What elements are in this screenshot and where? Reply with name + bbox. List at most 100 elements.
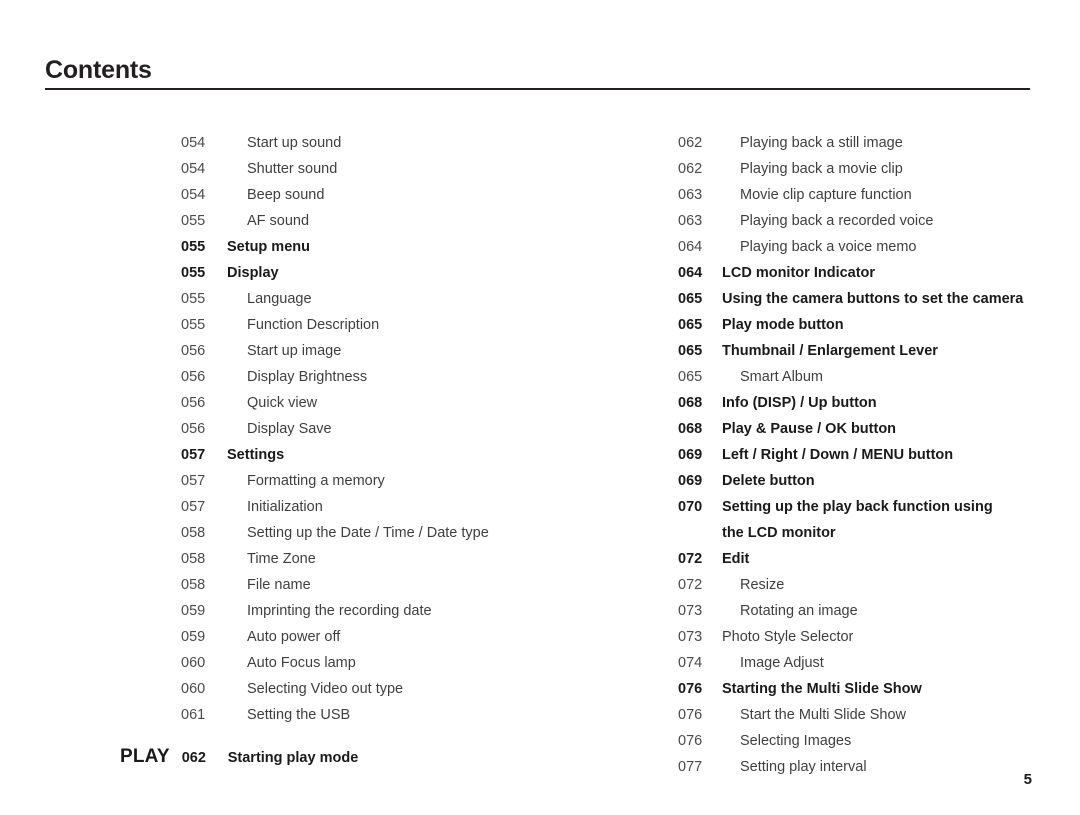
toc-entry[interactable]: 058 File name bbox=[120, 572, 590, 598]
toc-entry-page-number: 055 bbox=[181, 317, 206, 333]
toc-entry[interactable]: 059 Auto power off bbox=[120, 624, 590, 650]
toc-entry[interactable]: 055 Function Description bbox=[120, 312, 590, 338]
toc-entry[interactable]: 065 Using the camera buttons to set the c… bbox=[617, 286, 1057, 312]
toc-entry-label: Smart Album bbox=[740, 369, 823, 385]
toc-entry[interactable]: 065 Thumbnail / Enlargement Lever bbox=[617, 338, 1057, 364]
toc-entry[interactable]: 057 Formatting a memory bbox=[120, 468, 590, 494]
toc-entry-label: Function Description bbox=[247, 317, 380, 333]
toc-entry[interactable]: 062 Playing back a movie clip bbox=[617, 156, 1057, 182]
toc-entry[interactable]: 069 Delete button bbox=[617, 468, 1057, 494]
toc-entry[interactable]: 054 Beep sound bbox=[120, 182, 590, 208]
toc-entry[interactable]: 057 Initialization bbox=[120, 494, 590, 520]
toc-entry-label: Quick view bbox=[247, 395, 318, 411]
toc-entry-page-number: 057 bbox=[181, 447, 206, 463]
toc-entry[interactable]: 055 Language bbox=[120, 286, 590, 312]
toc-entry-page-number: 055 bbox=[181, 213, 206, 229]
toc-entry-label: Start up image bbox=[247, 343, 342, 359]
toc-entry-label: Info (DISP) / Up button bbox=[722, 395, 877, 411]
toc-entry-page-number: 069 bbox=[678, 473, 703, 489]
toc-entry-label: Time Zone bbox=[247, 551, 316, 567]
toc-entry[interactable]: 074 Image Adjust bbox=[617, 650, 1057, 676]
toc-entry[interactable]: 054 Start up sound bbox=[120, 130, 590, 156]
toc-entry[interactable]: 072 Resize bbox=[617, 572, 1057, 598]
toc-entry[interactable]: 055 Display bbox=[120, 260, 590, 286]
toc-entry-page-number: 054 bbox=[181, 135, 206, 151]
toc-entry[interactable]: 054 Shutter sound bbox=[120, 156, 590, 182]
toc-entry-page-number: 058 bbox=[181, 577, 206, 593]
toc-entry[interactable]: 063 Playing back a recorded voice bbox=[617, 208, 1057, 234]
toc-entry-label: LCD monitor Indicator bbox=[722, 265, 876, 281]
toc-entry-label: the LCD monitor bbox=[722, 525, 836, 541]
toc-entry[interactable]: 077 Setting play interval bbox=[617, 754, 1057, 780]
toc-entry[interactable]: 070 Setting up the play back function usi… bbox=[617, 494, 1057, 520]
toc-entry[interactable]: 072 Edit bbox=[617, 546, 1057, 572]
toc-entry[interactable]: 057 Settings bbox=[120, 442, 590, 468]
toc-entry[interactable]: 064 Playing back a voice memo bbox=[617, 234, 1057, 260]
toc-entry[interactable]: 060 Auto Focus lamp bbox=[120, 650, 590, 676]
page-header: Contents bbox=[45, 55, 1030, 85]
toc-entry[interactable]: 058 Setting up the Date / Time / Date typ… bbox=[120, 520, 590, 546]
toc-entry-label: Beep sound bbox=[247, 187, 325, 203]
toc-entry-label: Setting play interval bbox=[740, 759, 867, 775]
toc-entry-label: Start up sound bbox=[247, 135, 342, 151]
toc-entry[interactable]: 058 Time Zone bbox=[120, 546, 590, 572]
toc-entry[interactable]: 076 Starting the Multi Slide Show bbox=[617, 676, 1057, 702]
toc-entry-label: Start the Multi Slide Show bbox=[740, 707, 907, 723]
toc-entry[interactable]: 064 LCD monitor Indicator bbox=[617, 260, 1057, 286]
toc-entry[interactable]: 055 Setup menu bbox=[120, 234, 590, 260]
toc-entry-page-number: 056 bbox=[181, 395, 206, 411]
toc-entry[interactable]: 073 Photo Style Selector bbox=[617, 624, 1057, 650]
toc-entry-label: Rotating an image bbox=[740, 603, 858, 619]
toc-entry-page-number: 062 bbox=[678, 135, 703, 151]
toc-entry[interactable]: 068 Info (DISP) / Up button bbox=[617, 390, 1057, 416]
toc-entry-page-number: 063 bbox=[678, 187, 703, 203]
toc-entry-label: Playing back a voice memo bbox=[740, 239, 917, 255]
toc-entry-page-number: 065 bbox=[678, 317, 703, 333]
toc-entry-label: Formatting a memory bbox=[247, 473, 385, 489]
toc-entry-label: File name bbox=[247, 577, 311, 593]
toc-entry-label: Thumbnail / Enlargement Lever bbox=[722, 343, 938, 359]
toc-entry-label: Setting up the play back function using bbox=[722, 499, 993, 515]
toc-entry[interactable]: 068 Play & Pause / OK button bbox=[617, 416, 1057, 442]
toc-entry[interactable]: 059 Imprinting the recording date bbox=[120, 598, 590, 624]
toc-entry[interactable]: 069 Left / Right / Down / MENU button bbox=[617, 442, 1057, 468]
toc-entry-label: Initialization bbox=[247, 499, 323, 515]
toc-entry-page-number: 074 bbox=[678, 655, 703, 671]
toc-entry[interactable]: 061 Setting the USB bbox=[120, 702, 590, 728]
toc-entry-page-number: 069 bbox=[678, 447, 703, 463]
toc-entry[interactable]: 055 AF sound bbox=[120, 208, 590, 234]
toc-entry-label: Photo Style Selector bbox=[722, 629, 854, 645]
toc-entry[interactable]: 056 Quick view bbox=[120, 390, 590, 416]
toc-entry-page-number: 056 bbox=[181, 343, 206, 359]
toc-entry[interactable]: 056 Start up image bbox=[120, 338, 590, 364]
toc-entry-page-number: 055 bbox=[181, 291, 206, 307]
toc-entry-label: Resize bbox=[740, 577, 785, 593]
toc-right-column: 062 Playing back a still image 062 Playing … bbox=[617, 130, 1057, 780]
toc-entry-page-number: 077 bbox=[678, 759, 703, 775]
toc-entry[interactable]: 060 Selecting Video out type bbox=[120, 676, 590, 702]
toc-entry-page-number: 062 bbox=[678, 161, 703, 177]
toc-entry-label: Playing back a still image bbox=[740, 135, 903, 151]
toc-entry-page-number: 063 bbox=[678, 213, 703, 229]
toc-entry-page-number: 055 bbox=[181, 265, 206, 281]
toc-entry[interactable]: 076 Selecting Images bbox=[617, 728, 1057, 754]
toc-entry-label: Setting the USB bbox=[247, 707, 351, 723]
toc-entry-page-number: 054 bbox=[181, 161, 206, 177]
toc-entry[interactable]: 065 Smart Album bbox=[617, 364, 1057, 390]
toc-entry-page-number: 064 bbox=[678, 239, 703, 255]
toc-entry[interactable]: 062 Playing back a still image bbox=[617, 130, 1057, 156]
toc-entry-page-number: 055 bbox=[181, 239, 206, 255]
toc-entry-label: Auto Focus lamp bbox=[247, 655, 356, 671]
toc-entry[interactable]: 056 Display Brightness bbox=[120, 364, 590, 390]
toc-entry-label: Auto power off bbox=[247, 629, 341, 645]
toc-entry[interactable]: 056 Display Save bbox=[120, 416, 590, 442]
toc-entry-page-number: 059 bbox=[181, 629, 206, 645]
play-mode-tag: PLAY bbox=[120, 746, 170, 767]
toc-entry[interactable]: 073 Rotating an image bbox=[617, 598, 1057, 624]
toc-entry[interactable]: the LCD monitor bbox=[617, 520, 1057, 546]
toc-entry[interactable]: 065 Play mode button bbox=[617, 312, 1057, 338]
toc-entry-label: Shutter sound bbox=[247, 161, 338, 177]
toc-entry[interactable]: 063 Movie clip capture function bbox=[617, 182, 1057, 208]
toc-entry-label: Delete button bbox=[722, 473, 815, 489]
toc-entry[interactable]: 076 Start the Multi Slide Show bbox=[617, 702, 1057, 728]
